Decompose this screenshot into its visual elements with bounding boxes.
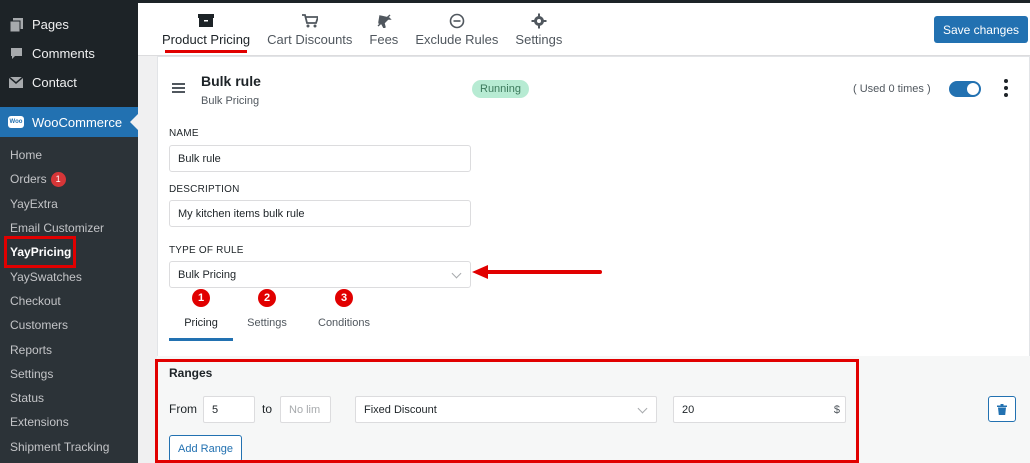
submenu-label: Orders — [10, 172, 47, 187]
type-of-rule-label: TYPE OF RULE — [169, 245, 244, 256]
cart-icon — [301, 12, 318, 29]
sidebar-item-comments[interactable]: Comments — [0, 39, 138, 68]
box-icon — [198, 12, 215, 29]
step-number-badge: 1 — [192, 289, 210, 307]
plugin-tab-bar: Product Pricing Cart Discounts Fees Excl… — [138, 0, 1030, 56]
submenu-item-customers[interactable]: Customers — [0, 313, 138, 337]
tab-label: Cart Discounts — [267, 32, 353, 47]
sidebar-item-contact[interactable]: Contact — [0, 68, 138, 97]
woocommerce-logo: Woo — [8, 116, 24, 128]
name-label: NAME — [169, 128, 199, 139]
subtab-pricing[interactable]: 1 Pricing — [169, 289, 233, 341]
rule-enable-toggle[interactable] — [949, 81, 981, 97]
submenu-item-settings[interactable]: Settings — [0, 362, 138, 386]
tab-label: Settings — [515, 32, 563, 47]
submenu-item-yayswatches[interactable]: YaySwatches — [0, 264, 138, 288]
submenu-label: Checkout — [10, 293, 61, 308]
submenu-label: Reports — [10, 342, 53, 357]
usage-count: ( Used 0 times ) — [853, 83, 931, 95]
submenu-item-orders[interactable]: Orders 1 — [0, 167, 138, 191]
mail-icon — [9, 76, 23, 90]
tab-exclude-rules[interactable]: Exclude Rules — [415, 12, 498, 47]
annotation-arrow — [472, 265, 602, 279]
active-menu-arrow — [130, 114, 138, 130]
tab-label: Product Pricing — [162, 32, 251, 47]
rule-subtitle: Bulk Pricing — [201, 95, 260, 107]
submenu-label: YayExtra — [10, 196, 58, 211]
comments-icon — [9, 47, 23, 61]
name-field[interactable]: Bulk rule — [169, 145, 471, 172]
sidebar-item-label: Pages — [32, 17, 69, 32]
submenu-label: Customers — [10, 318, 69, 333]
save-changes-button[interactable]: Save changes — [933, 16, 1028, 43]
trash-icon — [997, 403, 1007, 415]
sidebar-item-label: Contact — [32, 75, 77, 90]
submenu-item-home[interactable]: Home — [0, 143, 138, 167]
tab-product-pricing[interactable]: Product Pricing — [162, 12, 250, 47]
tab-settings[interactable]: Settings — [515, 12, 562, 47]
sidebar-item-label: Comments — [32, 46, 95, 61]
submenu-item-checkout[interactable]: Checkout — [0, 289, 138, 313]
step-number-badge: 2 — [258, 289, 276, 307]
subtab-settings[interactable]: 2 Settings — [233, 289, 301, 341]
submenu-item-yayextra[interactable]: YayExtra — [0, 192, 138, 216]
submenu-label: Status — [10, 391, 45, 406]
subtab-label: Settings — [247, 317, 287, 329]
description-field[interactable]: My kitchen items bulk rule — [169, 200, 471, 227]
active-tab-underline — [165, 50, 247, 53]
pages-icon — [9, 17, 23, 32]
subtab-conditions[interactable]: 3 Conditions — [301, 289, 387, 341]
submenu-label: Settings — [10, 366, 54, 381]
delete-range-button[interactable] — [988, 396, 1016, 422]
tab-cart-discounts[interactable]: Cart Discounts — [267, 12, 352, 47]
submenu-item-status[interactable]: Status — [0, 386, 138, 410]
tab-fees[interactable]: Fees — [369, 12, 398, 47]
description-label: DESCRIPTION — [169, 184, 240, 195]
sidebar-item-woocommerce[interactable]: Woo WooCommerce — [0, 107, 138, 137]
rule-sub-tabs: 1 Pricing 2 Settings 3 Conditions — [169, 289, 387, 341]
minus-circle-icon — [449, 12, 465, 29]
drag-handle-icon[interactable] — [172, 83, 185, 93]
plane-icon — [376, 12, 392, 29]
more-options-icon[interactable] — [1004, 79, 1008, 97]
woocommerce-submenu: Home Orders 1 YayExtra Email Customizer Y… — [0, 137, 138, 463]
submenu-item-reports[interactable]: Reports — [0, 337, 138, 361]
select-value: Bulk Pricing — [178, 268, 237, 281]
submenu-label: Shipment Tracking — [10, 439, 110, 454]
submenu-label: Email Customizer — [10, 221, 105, 236]
tab-label: Exclude Rules — [415, 32, 499, 47]
rule-title: Bulk rule — [201, 73, 261, 89]
sidebar-item-label: WooCommerce — [32, 114, 123, 130]
gear-icon — [531, 12, 547, 29]
step-number-badge: 3 — [335, 289, 353, 307]
submenu-item-extensions[interactable]: Extensions — [0, 410, 138, 434]
yaypricing-highlight-box — [4, 236, 76, 268]
admin-sidebar: Pages Comments Contact Woo WooCommerce H… — [0, 0, 138, 463]
subtab-label: Conditions — [318, 317, 370, 329]
ranges-highlight-box — [155, 359, 859, 463]
status-badge: Running — [472, 80, 529, 98]
submenu-label: Home — [10, 148, 43, 163]
tab-label: Fees — [369, 32, 399, 47]
submenu-label: YaySwatches — [10, 269, 82, 284]
chevron-down-icon — [451, 268, 462, 279]
subtab-label: Pricing — [184, 317, 218, 329]
type-of-rule-select[interactable]: Bulk Pricing — [169, 261, 471, 288]
sidebar-item-pages[interactable]: Pages — [0, 10, 138, 39]
submenu-item-shipment-tracking[interactable]: Shipment Tracking — [0, 435, 138, 459]
orders-count-badge: 1 — [50, 171, 66, 187]
submenu-label: Extensions — [10, 415, 69, 430]
